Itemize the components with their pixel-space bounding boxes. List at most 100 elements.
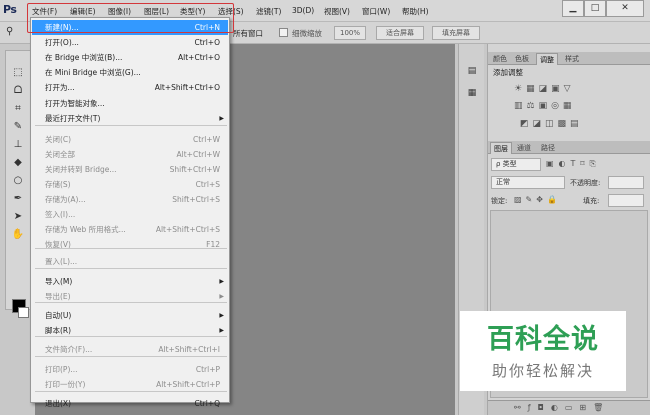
- menu-item-label: 打开为智能对象...: [45, 99, 105, 108]
- layer-filter-select[interactable]: ρ 类型: [491, 158, 541, 171]
- tab-adjustments[interactable]: 调整: [536, 53, 558, 65]
- minimize-button[interactable]: ▁: [562, 0, 584, 17]
- crop-tool-icon[interactable]: ⌗: [9, 101, 27, 117]
- menu-item-label: 打开(O)...: [45, 38, 79, 47]
- watermark-subtitle: 助你轻松解决: [491, 362, 594, 380]
- tab-color[interactable]: 颜色: [490, 53, 510, 65]
- tab-channels[interactable]: 通道: [514, 142, 534, 154]
- ps-logo: Ps: [3, 3, 17, 16]
- dodge-tool-icon[interactable]: ○: [9, 173, 27, 189]
- menu-item-label: 自动(U): [45, 311, 72, 320]
- menu-item-label: 签入(I)...: [45, 210, 76, 219]
- menu-item-automate[interactable]: 自动(U) ▶: [32, 308, 228, 323]
- menu-item-label: 存储(S): [45, 180, 71, 189]
- tab-swatches[interactable]: 色板: [512, 53, 532, 65]
- menu-item-place: 置入(L)...: [32, 254, 228, 269]
- close-button[interactable]: ✕: [606, 0, 644, 17]
- photoshop-window: Ps 文件(F) 编辑(E) 图像(I) 图层(L) 类型(Y) 选择(S) 滤…: [0, 0, 650, 415]
- submenu-arrow-icon: ▶: [219, 115, 224, 122]
- menu-item-label: 打印(P)...: [45, 365, 78, 374]
- menu-separator: [35, 356, 227, 357]
- menu-item-close: 关闭(C) Ctrl+W: [32, 132, 228, 147]
- menu-item-exit[interactable]: 退出(X) Ctrl+Q: [32, 396, 228, 411]
- properties-panel-icon[interactable]: ▦: [464, 86, 480, 100]
- menu-item-shortcut: F12: [206, 240, 220, 249]
- menu-item-label: 存储为 Web 所用格式...: [45, 225, 126, 234]
- tab-paths[interactable]: 路径: [538, 142, 558, 154]
- menu-item-label: 存储为(A)...: [45, 195, 86, 204]
- menu-separator: [35, 125, 227, 126]
- fill-label: 填充:: [583, 197, 600, 205]
- menu-window[interactable]: 窗口(W): [362, 6, 390, 17]
- fill-input[interactable]: [608, 194, 644, 207]
- opacity-label: 不透明度:: [570, 179, 601, 187]
- menu-item-label: 关闭并转到 Bridge...: [45, 165, 117, 174]
- zoom-100-button[interactable]: 100%: [334, 26, 366, 40]
- adjustment-icons-row2[interactable]: ▥⚖▣◎▦: [514, 101, 575, 111]
- layer-filter-icons[interactable]: ▣◐T⌑⎘: [546, 159, 601, 169]
- marquee-tool-icon[interactable]: ⬚: [9, 65, 27, 81]
- menu-separator: [35, 391, 227, 392]
- menu-item-recent-files[interactable]: 最近打开文件(T) ▶: [32, 111, 228, 126]
- fill-screen-button[interactable]: 填充屏幕: [432, 26, 480, 40]
- lock-icons[interactable]: ▨✎✥🔒: [514, 195, 561, 204]
- menu-view[interactable]: 视图(V): [324, 6, 350, 17]
- menu-item-label: 在 Bridge 中浏览(B)...: [45, 53, 123, 62]
- menu-item-label: 关闭(C): [45, 135, 72, 144]
- menu-3d[interactable]: 3D(D): [292, 6, 314, 15]
- menu-item-import[interactable]: 导入(M) ▶: [32, 274, 228, 289]
- menu-item-print: 打印(P)... Ctrl+P: [32, 362, 228, 377]
- menu-filter[interactable]: 滤镜(T): [256, 6, 281, 17]
- menu-item-label: 关闭全部: [45, 150, 75, 159]
- layers-footer-icons[interactable]: ⚯ƒ◘◐▭⊞🗑: [488, 400, 650, 415]
- menu-separator: [35, 248, 227, 249]
- menu-item-shortcut: Alt+Ctrl+W: [176, 150, 220, 159]
- tab-styles[interactable]: 样式: [562, 53, 582, 65]
- brush-tool-icon[interactable]: ✎: [9, 119, 27, 135]
- lock-label: 锁定:: [491, 197, 508, 205]
- background-color-swatch[interactable]: [18, 307, 29, 318]
- restore-button[interactable]: □: [584, 0, 606, 17]
- menu-item-revert: 恢复(V) F12: [32, 237, 228, 252]
- adjustment-icons-row1[interactable]: ☀▦◪▣▽: [514, 84, 575, 94]
- fit-screen-button[interactable]: 适合屏幕: [376, 26, 424, 40]
- adjustment-icons-row3[interactable]: ◩◪◫▩▤: [520, 119, 583, 129]
- menu-item-browse-mini-bridge[interactable]: 在 Mini Bridge 中浏览(G)...: [32, 65, 228, 80]
- menu-item-label: 恢复(V): [45, 240, 71, 249]
- opacity-input[interactable]: [608, 176, 644, 189]
- file-menu-dropdown: 新建(N)... Ctrl+N 打开(O)... Ctrl+O 在 Bridge 中浏览…: [30, 17, 230, 408]
- menu-item-open-as-smart-object[interactable]: 打开为智能对象...: [32, 96, 228, 111]
- menu-item-label: 在 Mini Bridge 中浏览(G)...: [45, 68, 141, 77]
- menu-item-shortcut: Alt+Shift+Ctrl+S: [155, 225, 220, 234]
- window-controls: ▁ □ ✕: [562, 0, 644, 17]
- menu-item-shortcut: Ctrl+Q: [194, 399, 220, 408]
- tab-layers[interactable]: 图层: [490, 142, 512, 154]
- pen-tool-icon[interactable]: ✒: [9, 191, 27, 207]
- menu-item-open-as[interactable]: 打开为... Alt+Shift+Ctrl+O: [32, 80, 228, 95]
- menu-separator: [35, 336, 227, 337]
- menu-item-shortcut: Alt+Shift+Ctrl+I: [158, 345, 220, 354]
- menu-item-open[interactable]: 打开(O)... Ctrl+O: [32, 35, 228, 50]
- hand-tool-icon[interactable]: ✋: [9, 227, 27, 243]
- history-panel-icon[interactable]: ▤: [464, 64, 480, 78]
- menu-item-browse-bridge[interactable]: 在 Bridge 中浏览(B)... Alt+Ctrl+O: [32, 50, 228, 65]
- add-adjustment-label: 添加调整: [493, 68, 523, 77]
- menu-item-shortcut: Alt+Shift+Ctrl+O: [154, 83, 220, 92]
- stamp-tool-icon[interactable]: ⊥: [9, 137, 27, 153]
- zoom-tool-icon: ⚲: [6, 26, 14, 37]
- menu-item-shortcut: Shift+Ctrl+S: [172, 195, 220, 204]
- watermark-title: 百科全说: [487, 324, 599, 355]
- lasso-tool-icon[interactable]: ᗝ: [9, 83, 27, 99]
- submenu-arrow-icon: ▶: [219, 312, 224, 319]
- scrubby-zoom-checkbox[interactable]: [279, 28, 288, 37]
- menu-item-save-for-web: 存储为 Web 所用格式... Alt+Shift+Ctrl+S: [32, 222, 228, 237]
- menu-item-save: 存储(S) Ctrl+S: [32, 177, 228, 192]
- select-tool-icon[interactable]: ➤: [9, 209, 27, 225]
- eraser-tool-icon[interactable]: ◆: [9, 155, 27, 171]
- menu-help[interactable]: 帮助(H): [402, 6, 429, 17]
- all-windows-label[interactable]: 所有窗口: [233, 28, 263, 39]
- blend-mode-select[interactable]: 正常: [491, 176, 565, 189]
- menu-item-label: 置入(L)...: [45, 257, 78, 266]
- menu-item-check-in: 签入(I)...: [32, 207, 228, 222]
- watermark: 百科全说 助你轻松解决: [460, 311, 626, 391]
